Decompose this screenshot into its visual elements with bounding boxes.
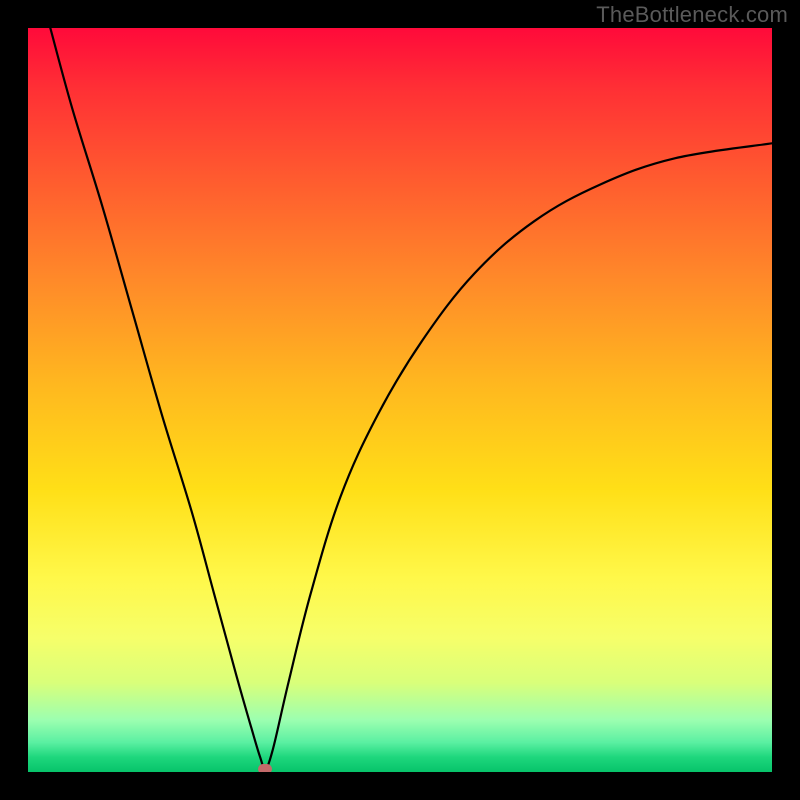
frame-border-right: [772, 0, 800, 800]
watermark-text: TheBottleneck.com: [596, 2, 788, 28]
chart-frame: [0, 0, 800, 800]
frame-border-left: [0, 0, 28, 800]
frame-border-bottom: [0, 772, 800, 800]
bottleneck-curve: [28, 28, 772, 772]
